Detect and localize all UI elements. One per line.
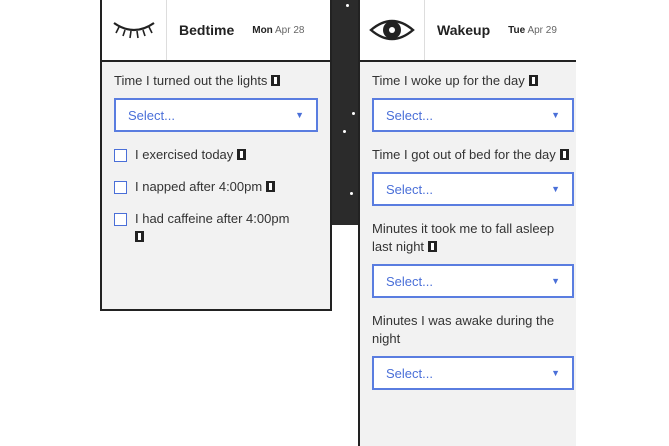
- select-value: Select...: [386, 273, 433, 289]
- wakeup-date: Tue Apr 29: [508, 25, 557, 36]
- info-icon[interactable]: [271, 75, 281, 86]
- bedtime-title: Bedtime: [179, 22, 235, 38]
- star-icon: [343, 130, 346, 133]
- caret-down-icon: ▼: [551, 276, 560, 286]
- bedtime-header: Bedtime Mon Apr 28: [102, 0, 330, 62]
- lights-out-select[interactable]: Select... ▼: [114, 98, 318, 132]
- star-icon: [350, 192, 353, 195]
- wakeup-title: Wakeup: [437, 22, 491, 38]
- info-icon[interactable]: [528, 75, 538, 86]
- open-eye-icon: [366, 10, 418, 50]
- caret-down-icon: ▼: [295, 110, 304, 120]
- select-value: Select...: [386, 107, 433, 123]
- woke-up-label: Time I woke up for the day: [372, 72, 574, 90]
- info-icon[interactable]: [266, 181, 276, 192]
- info-icon[interactable]: [559, 149, 569, 160]
- wakeup-day: Tue: [508, 24, 526, 36]
- caret-down-icon: ▼: [551, 368, 560, 378]
- select-value: Select...: [386, 181, 433, 197]
- select-value: Select...: [386, 365, 433, 381]
- bedtime-body: Time I turned out the lights Select... ▼…: [102, 62, 330, 246]
- info-icon[interactable]: [237, 149, 247, 160]
- check-label: I had caffeine after 4:00pm: [135, 210, 289, 246]
- field-label: Time I turned out the lights: [114, 73, 268, 88]
- bedtime-date: Mon Apr 28: [252, 25, 304, 36]
- caffeine-checkbox-row[interactable]: I had caffeine after 4:00pm: [114, 210, 318, 246]
- bedtime-card: Bedtime Mon Apr 28 Time I turned out the…: [100, 0, 332, 311]
- star-icon: [352, 112, 355, 115]
- exercised-checkbox[interactable]: [114, 149, 127, 162]
- lights-out-label: Time I turned out the lights: [114, 72, 318, 90]
- fall-asleep-select[interactable]: Select... ▼: [372, 264, 574, 298]
- exercised-checkbox-row[interactable]: I exercised today: [114, 146, 318, 164]
- wakeup-card: Wakeup Tue Apr 29 Time I woke up for the…: [358, 0, 576, 446]
- caret-down-icon: ▼: [551, 184, 560, 194]
- night-strip: [330, 0, 359, 225]
- header-divider: [424, 0, 425, 60]
- wakeup-body: Time I woke up for the day Select... ▼ T…: [360, 62, 576, 390]
- napped-checkbox-row[interactable]: I napped after 4:00pm: [114, 178, 318, 196]
- header-divider: [166, 0, 167, 60]
- info-icon[interactable]: [135, 231, 144, 242]
- out-of-bed-label: Time I got out of bed for the day: [372, 146, 574, 164]
- crescent-moon-icon: [335, 66, 349, 98]
- napped-checkbox[interactable]: [114, 181, 127, 194]
- check-label: I napped after 4:00pm: [135, 178, 276, 196]
- select-value: Select...: [128, 107, 175, 123]
- star-icon: [346, 4, 349, 7]
- fall-asleep-label: Minutes it took me to fall asleep last n…: [372, 221, 555, 254]
- woke-up-select[interactable]: Select... ▼: [372, 98, 574, 132]
- closed-eye-icon: [108, 10, 160, 50]
- info-icon[interactable]: [428, 241, 438, 252]
- bedtime-day: Mon: [252, 24, 273, 36]
- wakeup-header: Wakeup Tue Apr 29: [360, 0, 576, 62]
- caffeine-checkbox[interactable]: [114, 213, 127, 226]
- out-of-bed-select[interactable]: Select... ▼: [372, 172, 574, 206]
- awake-during-night-select[interactable]: Select... ▼: [372, 356, 574, 390]
- check-label: I exercised today: [135, 146, 247, 164]
- bedtime-month-day: Apr 28: [275, 24, 305, 36]
- wakeup-month-day: Apr 29: [527, 24, 557, 36]
- caret-down-icon: ▼: [551, 110, 560, 120]
- awake-during-night-label: Minutes I was awake during the night: [372, 313, 555, 346]
